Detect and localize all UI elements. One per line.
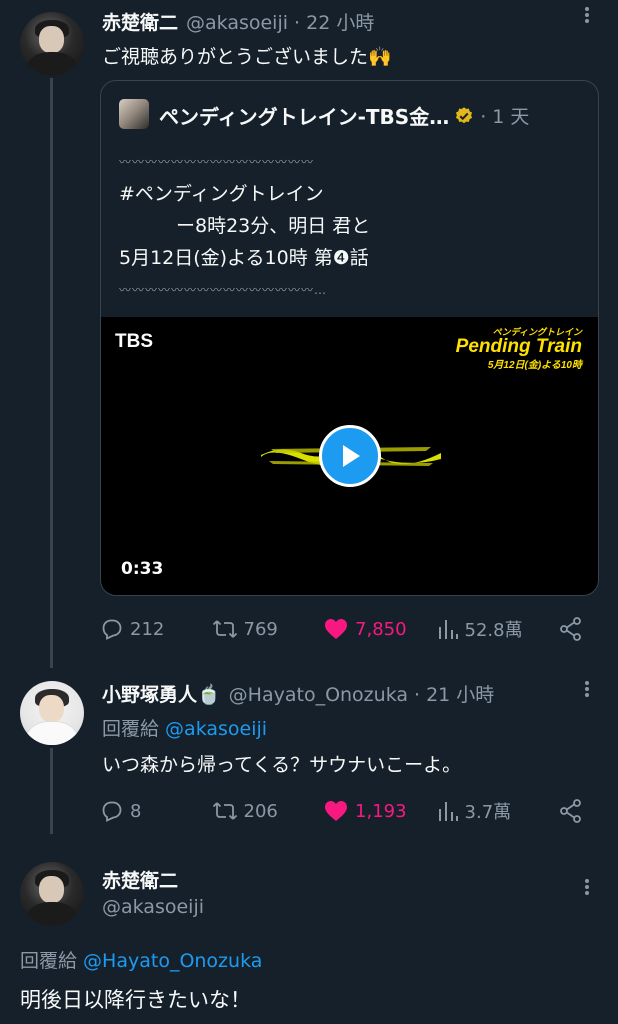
author-handle[interactable]: @akasoeiji: [186, 12, 288, 34]
quoted-timestamp[interactable]: · 1 天: [480, 102, 529, 129]
view-count: 3.7萬: [464, 802, 512, 823]
author-name[interactable]: 赤楚衛二: [102, 8, 178, 35]
views-icon: [438, 620, 458, 639]
tweet1-header: 赤楚衛二 @akasoeiji · 22 小時: [102, 8, 374, 35]
author-name[interactable]: 赤楚衛二: [102, 866, 178, 893]
heart-icon: [325, 619, 348, 639]
tbs-logo: TBS: [115, 331, 153, 352]
retweet-button[interactable]: 206: [212, 799, 324, 823]
reply-to-link[interactable]: @akasoeiji: [165, 718, 267, 740]
share-button[interactable]: [558, 798, 590, 824]
timestamp[interactable]: · 22 小時: [294, 8, 374, 35]
retweet-button[interactable]: 769: [212, 617, 324, 641]
reply-icon: [102, 801, 122, 822]
quoted-text-line2: ー8時23分、明日 君と: [119, 215, 371, 237]
quoted-text-line3: 5月12日(金)よる10時 第❹話: [119, 247, 369, 269]
tweet2-actions: 8 206 1,193 3.7萬: [100, 798, 590, 824]
quoted-header: ペンディングトレイン-TBS金… · 1 天: [159, 101, 529, 130]
avatar-akasoeiji[interactable]: [20, 12, 84, 76]
play-icon: [343, 445, 360, 467]
tweet1-actions: 212 769 7,850 52.8萬: [100, 616, 590, 642]
share-button[interactable]: [558, 616, 590, 642]
quoted-avatar[interactable]: [119, 99, 149, 129]
play-button[interactable]: [319, 425, 381, 487]
tweet2-header: 小野塚勇人🍵 @Hayato_Onozuka · 21 小時: [102, 680, 494, 707]
quoted-hashtag[interactable]: #ペンディングトレイン: [119, 179, 324, 206]
like-count: 1,193: [355, 800, 407, 822]
retweet-icon: [212, 802, 237, 820]
thread-line-2: [50, 748, 53, 834]
quoted-wave-line-2: 〰〰〰〰〰〰〰〰〰〰〰〰〰〰〰…: [119, 283, 328, 297]
author-handle[interactable]: @Hayato_Onozuka: [229, 684, 408, 706]
reply-prefix: 回覆給: [20, 950, 84, 972]
retweet-count: 206: [243, 800, 278, 822]
reply-count: 212: [130, 618, 165, 640]
retweet-count: 769: [243, 618, 278, 640]
show-logo-title: Pending Train: [455, 336, 582, 357]
share-icon: [560, 617, 581, 641]
show-logo-date: 5月12日(金)よる10時: [487, 360, 582, 371]
reply-count: 8: [130, 800, 142, 822]
verified-icon: [456, 106, 473, 123]
like-button[interactable]: 1,193: [323, 799, 437, 823]
avatar-akasoeiji[interactable]: [20, 862, 84, 926]
quoted-author-name[interactable]: ペンディングトレイン-TBS金…: [159, 101, 449, 130]
tweet-text: いつ森から帰ってくる？サウナいこーよ。: [102, 754, 462, 776]
share-icon: [560, 799, 581, 823]
quoted-wave-line: 〰〰〰〰〰〰〰〰〰〰〰〰〰〰〰: [119, 155, 315, 169]
timestamp[interactable]: · 21 小時: [414, 680, 494, 707]
reply-button[interactable]: 8: [100, 799, 212, 823]
view-count: 52.8萬: [464, 620, 523, 641]
reply-button[interactable]: 212: [100, 617, 212, 641]
quoted-tweet-card[interactable]: ペンディングトレイン-TBS金… · 1 天 〰〰〰〰〰〰〰〰〰〰〰〰〰〰〰 #…: [100, 80, 599, 596]
reply-to-link[interactable]: @Hayato_Onozuka: [83, 950, 262, 972]
tweet-text: ご視聴ありがとうございました🙌: [102, 46, 392, 68]
more-icon[interactable]: [578, 6, 596, 29]
more-icon[interactable]: [578, 680, 596, 703]
reply-icon: [102, 619, 122, 640]
reply-prefix: 回覆給: [102, 718, 166, 740]
video-player[interactable]: TBS ペンディングトレイン Pending Train 5月12日(金)よる1…: [101, 317, 598, 595]
reply-context: 回覆給 @akasoeiji: [102, 714, 267, 741]
show-logo: ペンディングトレイン Pending Train 5月12日(金)よる10時: [456, 325, 582, 371]
author-handle[interactable]: @akasoeiji: [102, 896, 204, 918]
author-name[interactable]: 小野塚勇人🍵: [102, 680, 221, 707]
views-icon: [438, 802, 458, 821]
retweet-icon: [212, 620, 237, 638]
like-button[interactable]: 7,850: [323, 617, 437, 641]
reply-context: 回覆給 @Hayato_Onozuka: [20, 946, 262, 973]
heart-icon: [325, 801, 348, 821]
avatar-hayato-onozuka[interactable]: [20, 681, 84, 745]
thread-line-1: [50, 78, 53, 668]
views-button[interactable]: 3.7萬: [437, 798, 558, 824]
views-button[interactable]: 52.8萬: [437, 616, 558, 642]
tweet-text: 明後日以降行きたいな！: [20, 988, 251, 1012]
like-count: 7,850: [355, 618, 407, 640]
video-duration: 0:33: [121, 559, 164, 579]
more-icon[interactable]: [578, 878, 596, 901]
